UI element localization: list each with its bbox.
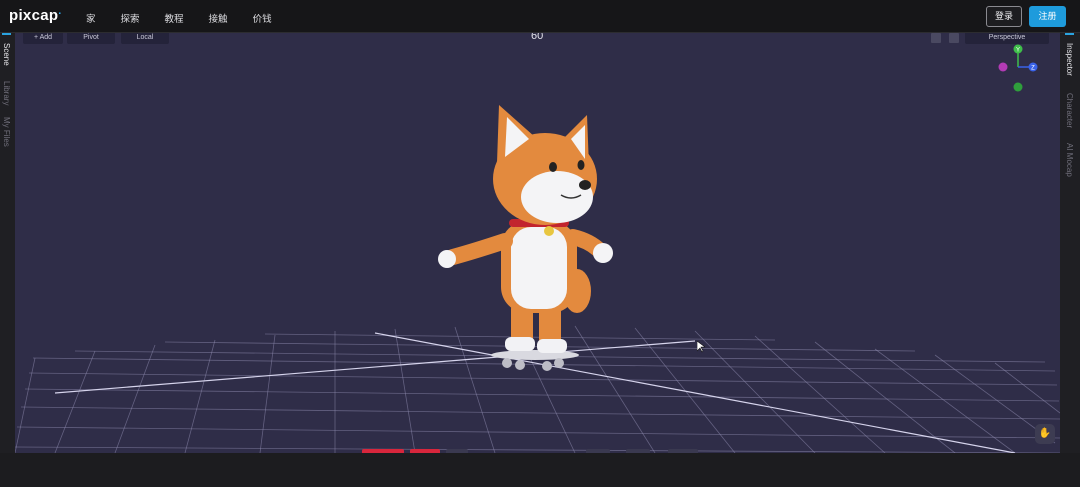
nav-item-explore[interactable]: 探索 [121,11,140,25]
skateboard-deck [491,350,579,360]
add-object-button[interactable]: + Add [23,33,63,44]
shiba-character-model[interactable] [425,101,625,376]
mouse-cursor [697,341,705,353]
tab-ai-mocap[interactable]: AI Mocap [1065,143,1074,177]
tab-scene[interactable]: Scene [2,43,11,66]
gizmo-z-label: Z [1031,66,1035,72]
nav-item-pricing[interactable]: 价钱 [253,11,272,25]
grid-toggle-icon[interactable] [949,33,959,43]
register-button[interactable]: 注册 [1029,6,1066,27]
pivot-toggle[interactable]: Pivot [67,33,115,44]
nav-item-contact[interactable]: 接触 [209,11,228,25]
gizmo-y-label: Y [1016,48,1020,54]
tab-my-files[interactable]: My Files [2,117,11,147]
local-space-toggle[interactable]: Local [121,33,169,44]
top-navigation-bar: pixcap. 家 探索 教程 接触 价钱 登录 注册 [0,0,1080,33]
timeline-panel [0,453,1080,487]
active-tab-indicator [2,33,11,35]
tab-character[interactable]: Character [1065,93,1074,128]
tab-inspector[interactable]: Inspector [1065,43,1074,76]
frame-number: 60 [531,33,544,42]
login-button[interactable]: 登录 [986,6,1022,27]
pan-hand-icon[interactable]: ✋ [1035,424,1055,444]
left-panel-tabs: Scene Library My Files [0,33,15,453]
tab-library[interactable]: Library [2,81,11,105]
logo-mark: . [58,6,62,17]
orientation-gizmo[interactable]: Y Z [993,41,1043,93]
3d-viewport[interactable]: + Add Pivot Local 60 Perspective Y Z [15,33,1060,453]
render-mode-icon[interactable] [931,33,941,43]
nav-item-home[interactable]: 家 [86,11,96,25]
main-nav: 家 探索 教程 接触 价钱 [86,11,297,25]
pixcap-logo[interactable]: pixcap. [9,6,61,24]
active-tab-indicator [1065,33,1074,35]
nav-item-tutorials[interactable]: 教程 [165,11,184,25]
right-panel-tabs: Inspector Character AI Mocap [1060,33,1080,453]
logo-text: pixcap [9,7,59,24]
